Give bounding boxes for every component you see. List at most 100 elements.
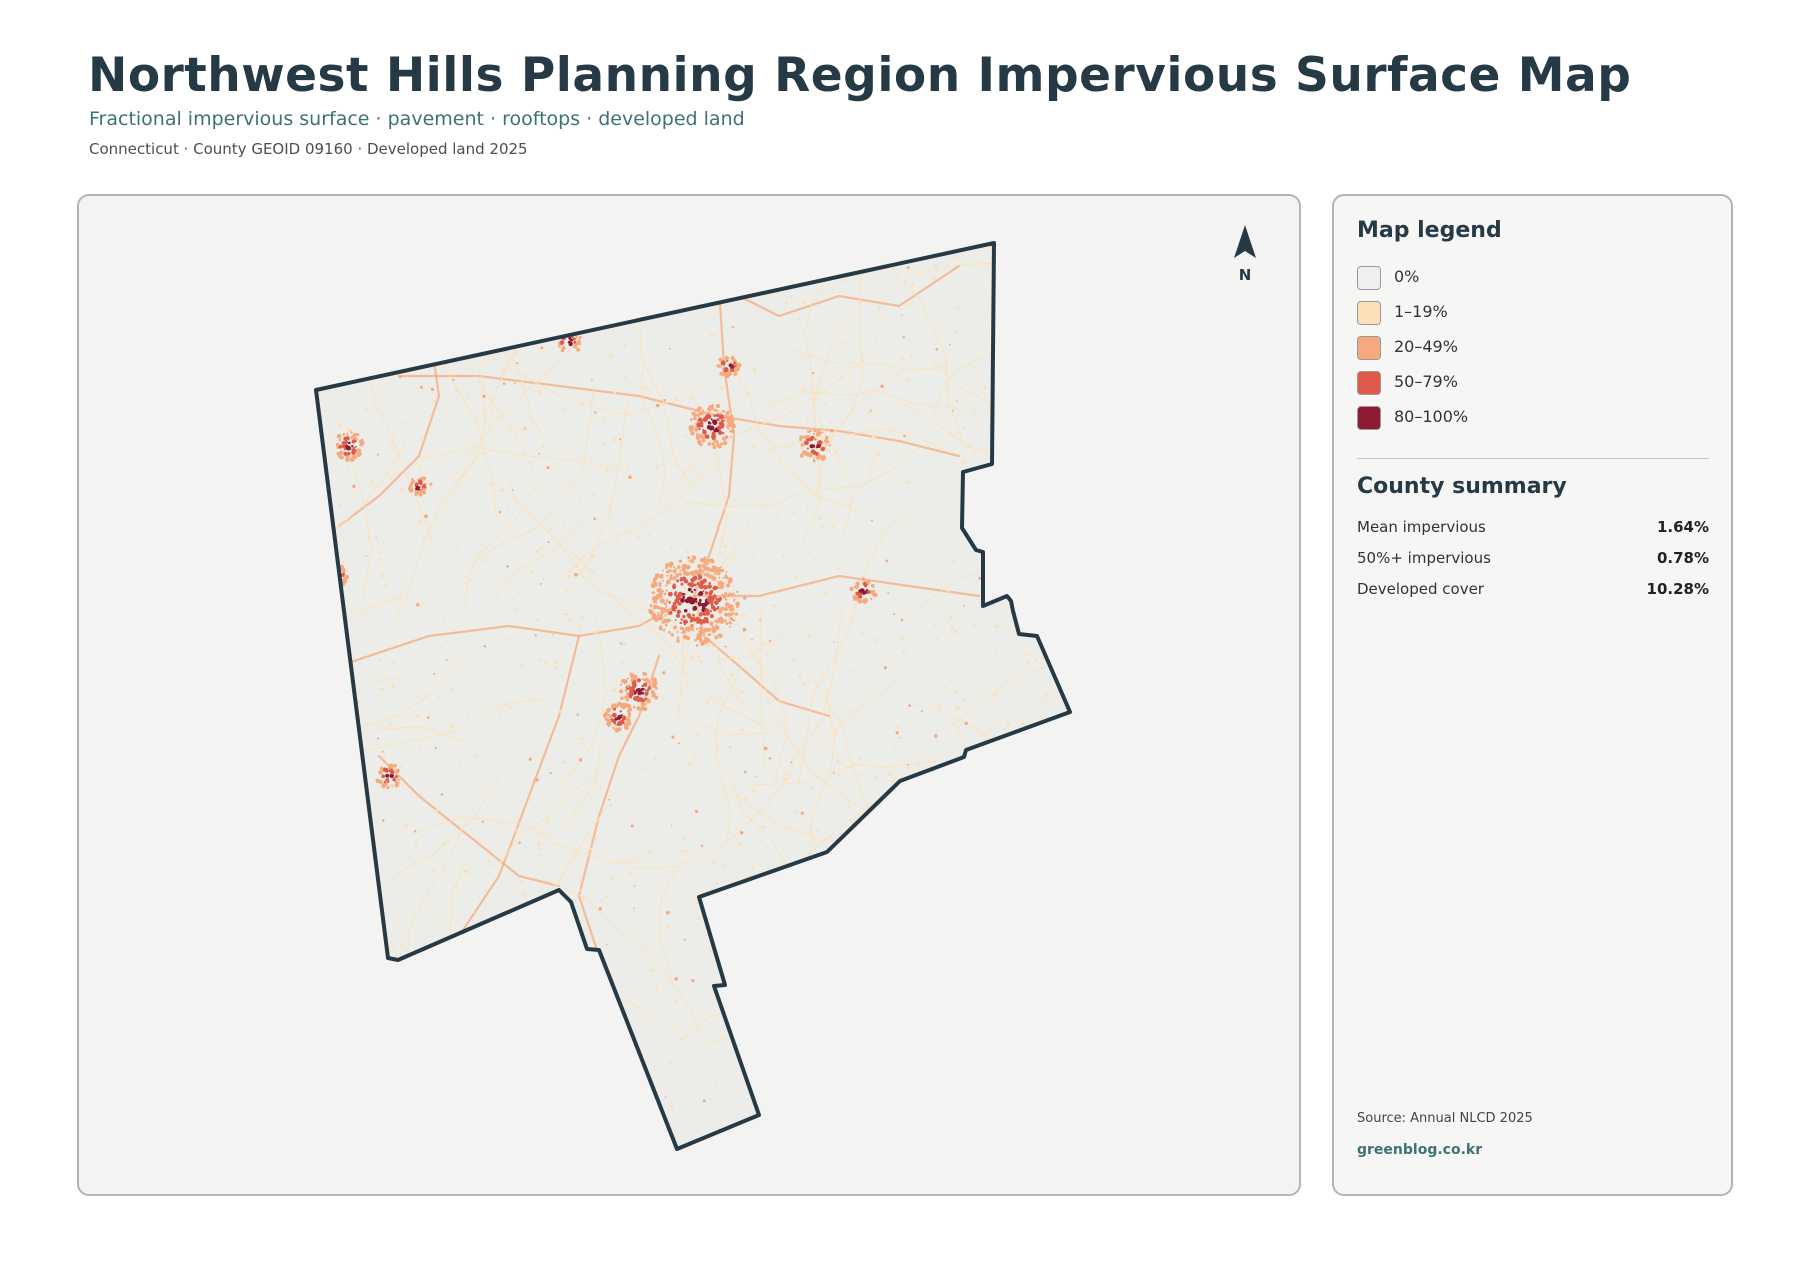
impervious-patch — [690, 468, 693, 471]
impervious-patch — [541, 1087, 545, 1090]
road-line — [335, 1032, 430, 1082]
impervious-patch — [568, 343, 571, 346]
impervious-patch — [862, 644, 866, 648]
road-line — [843, 992, 946, 1050]
impervious-patch — [392, 473, 395, 476]
impervious-patch — [422, 487, 426, 491]
impervious-patch — [657, 587, 662, 593]
impervious-patch — [730, 436, 733, 438]
impervious-patch — [457, 760, 461, 764]
site-link[interactable]: greenblog.co.kr — [1357, 1142, 1482, 1158]
impervious-patch — [843, 342, 847, 345]
impervious-patch — [539, 658, 543, 663]
impervious-patch — [431, 342, 436, 347]
impervious-patch — [708, 627, 712, 632]
impervious-patch — [444, 432, 446, 435]
impervious-patch — [727, 422, 733, 428]
impervious-patch — [326, 663, 329, 666]
impervious-patch — [705, 566, 711, 572]
impervious-patch — [931, 407, 933, 409]
impervious-patch — [421, 343, 426, 348]
impervious-patch — [679, 621, 682, 625]
impervious-patch — [1021, 721, 1025, 726]
impervious-patch — [903, 280, 907, 283]
impervious-patch — [694, 410, 697, 413]
impervious-patch — [998, 956, 1002, 959]
impervious-patch — [708, 411, 711, 414]
impervious-patch — [812, 371, 815, 375]
impervious-patch — [438, 1130, 441, 1134]
impervious-patch — [911, 953, 914, 957]
impervious-patch — [468, 526, 470, 528]
impervious-patch — [711, 565, 716, 570]
impervious-patch — [696, 748, 699, 751]
impervious-patch — [933, 734, 938, 738]
impervious-patch — [593, 630, 597, 634]
impervious-patch — [589, 723, 592, 726]
impervious-patch — [319, 505, 322, 508]
impervious-patch — [875, 671, 877, 674]
impervious-patch — [376, 737, 380, 740]
road-line — [321, 243, 368, 292]
impervious-patch — [802, 450, 806, 455]
impervious-patch — [472, 887, 475, 889]
impervious-patch — [610, 804, 612, 807]
impervious-patch — [385, 966, 390, 972]
impervious-patch — [344, 848, 348, 852]
impervious-patch — [625, 698, 629, 702]
impervious-patch — [574, 854, 578, 858]
impervious-patch — [706, 643, 710, 647]
impervious-patch — [613, 391, 616, 395]
impervious-patch — [877, 310, 880, 313]
impervious-patch — [525, 283, 528, 287]
impervious-patch — [797, 317, 800, 320]
impervious-patch — [851, 709, 855, 713]
impervious-patch — [952, 254, 957, 259]
source-note: Source: Annual NLCD 2025 — [1357, 1111, 1533, 1126]
impervious-patch — [899, 737, 901, 739]
impervious-patch — [330, 1010, 335, 1015]
impervious-patch — [582, 896, 586, 901]
impervious-patch — [513, 351, 518, 355]
impervious-patch — [998, 1070, 1000, 1073]
impervious-patch — [601, 417, 605, 421]
impervious-map[interactable] — [79, 196, 1301, 1196]
impervious-patch — [812, 432, 816, 436]
impervious-patch — [981, 1091, 985, 1095]
impervious-patch — [669, 547, 673, 551]
impervious-patch — [1053, 543, 1056, 547]
impervious-patch — [703, 556, 707, 560]
impervious-patch — [609, 720, 612, 723]
impervious-patch — [658, 582, 662, 585]
impervious-patch — [334, 291, 339, 296]
impervious-patch — [534, 422, 537, 426]
impervious-patch — [861, 1126, 866, 1131]
north-label: N — [1238, 266, 1252, 284]
impervious-patch — [875, 469, 878, 472]
impervious-patch — [718, 634, 722, 638]
impervious-patch — [677, 601, 682, 606]
impervious-patch — [776, 511, 780, 515]
impervious-patch — [593, 1006, 596, 1009]
impervious-patch — [1025, 653, 1028, 657]
impervious-patch — [973, 325, 976, 328]
impervious-patch — [721, 410, 724, 413]
impervious-patch — [358, 1036, 363, 1040]
impervious-patch — [1071, 597, 1074, 600]
impervious-patch — [644, 1026, 647, 1029]
map-panel[interactable] — [77, 194, 1301, 1196]
impervious-patch — [743, 666, 745, 669]
impervious-patch — [352, 454, 358, 460]
impervious-patch — [395, 899, 398, 902]
impervious-patch — [378, 969, 382, 973]
impervious-patch — [1054, 270, 1058, 275]
impervious-patch — [777, 1079, 781, 1082]
impervious-patch — [772, 1140, 775, 1143]
impervious-patch — [617, 538, 621, 541]
impervious-patch — [946, 264, 950, 267]
legend-swatch — [1357, 301, 1381, 325]
impervious-patch — [895, 558, 898, 561]
impervious-patch — [554, 660, 559, 665]
impervious-patch — [1053, 274, 1055, 276]
impervious-patch — [954, 947, 958, 951]
